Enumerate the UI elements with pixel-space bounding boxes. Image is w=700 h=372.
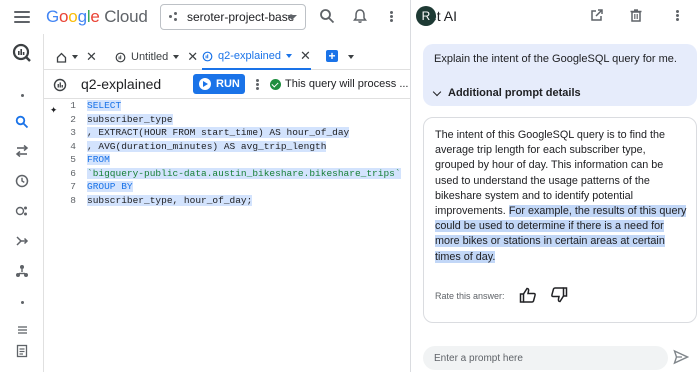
- rate-label: Rate this answer:: [435, 291, 505, 301]
- pipelines-icon[interactable]: [0, 228, 44, 254]
- avatar[interactable]: R: [416, 6, 436, 26]
- query-icon: [202, 51, 213, 61]
- duet-ai-panel: et AI R Explain the intent of the Google…: [411, 0, 700, 372]
- line-number: 7: [70, 181, 76, 193]
- line-number: 4: [70, 140, 76, 152]
- chevron-down-icon[interactable]: [348, 55, 354, 59]
- query-header: q2-explained RUN This query will process…: [44, 72, 410, 98]
- prompt-input[interactable]: Enter a prompt here: [423, 346, 668, 370]
- explorer-search-icon[interactable]: [0, 109, 44, 135]
- query-validator-status: This query will process ...: [270, 78, 408, 90]
- tab-untitled[interactable]: Untitled ✕: [115, 44, 198, 70]
- status-text: This query will process ...: [285, 78, 409, 90]
- release-notes-icon[interactable]: [0, 338, 44, 364]
- menu-icon[interactable]: [14, 11, 30, 23]
- query-icon: [53, 78, 67, 92]
- tab-label: q2-explained: [218, 50, 281, 62]
- top-bar: Google Cloud seroter-project-base: [0, 0, 410, 34]
- add-tab-button[interactable]: +: [326, 50, 338, 62]
- tab-home[interactable]: ✕: [56, 44, 97, 70]
- code-text: `bigquery-public-data.austin_bikeshare.b…: [87, 167, 401, 179]
- close-icon[interactable]: ✕: [86, 49, 97, 65]
- line-number: 6: [70, 167, 76, 179]
- google-cloud-logo[interactable]: Google Cloud: [46, 7, 148, 27]
- dataform-icon[interactable]: [0, 258, 44, 284]
- code-text: , AVG(duration_minutes) AS avg_trip_leng…: [87, 140, 327, 152]
- home-icon: [56, 52, 67, 63]
- panel-header: et AI R: [411, 0, 700, 32]
- code-text: subscriber_type: [87, 113, 173, 125]
- scheduled-queries-icon[interactable]: [0, 168, 44, 194]
- chevron-down-icon: [432, 87, 442, 96]
- line-number: 8: [70, 194, 76, 206]
- chevron-down-icon[interactable]: [286, 54, 292, 58]
- chevron-down-icon[interactable]: [72, 55, 78, 59]
- thumbs-up-icon[interactable]: [519, 286, 537, 304]
- additional-details-toggle[interactable]: Additional prompt details: [432, 87, 581, 99]
- more-vert-icon[interactable]: [256, 79, 259, 90]
- delete-icon[interactable]: [629, 8, 643, 22]
- details-label: Additional prompt details: [448, 87, 581, 99]
- run-label: RUN: [216, 78, 240, 90]
- user-prompt-bubble: Explain the intent of the GoogleSQL quer…: [423, 44, 697, 106]
- app-root: Google Cloud seroter-project-base ✕ Unti…: [0, 0, 700, 372]
- query-icon: [115, 52, 126, 62]
- project-name: seroter-project-base: [187, 10, 295, 24]
- project-icon: [169, 12, 179, 22]
- line-number: 2: [70, 113, 76, 125]
- sparkle-icon[interactable]: ✦: [50, 102, 57, 117]
- sql-editor[interactable]: ✦ 1 SELECT 2 subscriber_type 3 , EXTRACT(HO…: [44, 98, 410, 372]
- line-number: 3: [70, 127, 76, 139]
- close-icon[interactable]: ✕: [187, 49, 198, 65]
- more-vert-icon[interactable]: [676, 10, 679, 21]
- logo-cloud-text: Cloud: [104, 7, 148, 26]
- code-text: , EXTRACT(HOUR FROM start_time) AS hour_…: [87, 127, 350, 139]
- run-button[interactable]: RUN: [193, 74, 245, 94]
- code-text: subscriber_type, hour_of_day;: [87, 194, 253, 206]
- line-number: 5: [70, 154, 76, 166]
- code-text: GROUP BY: [87, 181, 133, 193]
- tab-label: Untitled: [131, 51, 169, 63]
- open-in-new-icon[interactable]: [590, 8, 604, 22]
- bell-icon[interactable]: [352, 8, 368, 24]
- code-text: SELECT: [87, 100, 122, 112]
- code-text: FROM: [87, 154, 110, 166]
- transfers-icon[interactable]: [0, 138, 44, 164]
- left-rail: [0, 34, 44, 372]
- analytics-hub-icon[interactable]: [0, 198, 44, 224]
- check-circle-icon: [270, 78, 281, 90]
- tab-q2-explained[interactable]: q2-explained ✕: [202, 44, 311, 70]
- editor-tab-bar: ✕ Untitled ✕ q2-explained ✕ +: [44, 44, 410, 70]
- chevron-down-icon[interactable]: [173, 55, 180, 59]
- line-number: 1: [70, 100, 76, 112]
- project-selector[interactable]: seroter-project-base: [160, 4, 306, 30]
- chevron-down-icon: [287, 15, 297, 20]
- search-icon[interactable]: [319, 8, 335, 24]
- response-text: The intent of this GoogleSQL query is to…: [435, 128, 687, 265]
- query-title: q2-explained: [81, 76, 162, 92]
- ai-response-card: The intent of this GoogleSQL query is to…: [423, 117, 697, 323]
- more-vert-icon[interactable]: [390, 11, 393, 22]
- user-prompt-text: Explain the intent of the GoogleSQL quer…: [434, 53, 677, 65]
- send-icon[interactable]: [673, 349, 689, 365]
- play-icon: [199, 78, 211, 90]
- thumbs-down-icon[interactable]: [550, 286, 568, 304]
- rail-dot: [0, 289, 44, 315]
- response-plain: The intent of this GoogleSQL query is to…: [435, 129, 666, 218]
- logo-google-text: Google: [46, 7, 100, 26]
- rail-dot: [0, 82, 44, 108]
- close-icon[interactable]: ✕: [300, 48, 311, 64]
- bigquery-logo-icon[interactable]: [0, 40, 44, 66]
